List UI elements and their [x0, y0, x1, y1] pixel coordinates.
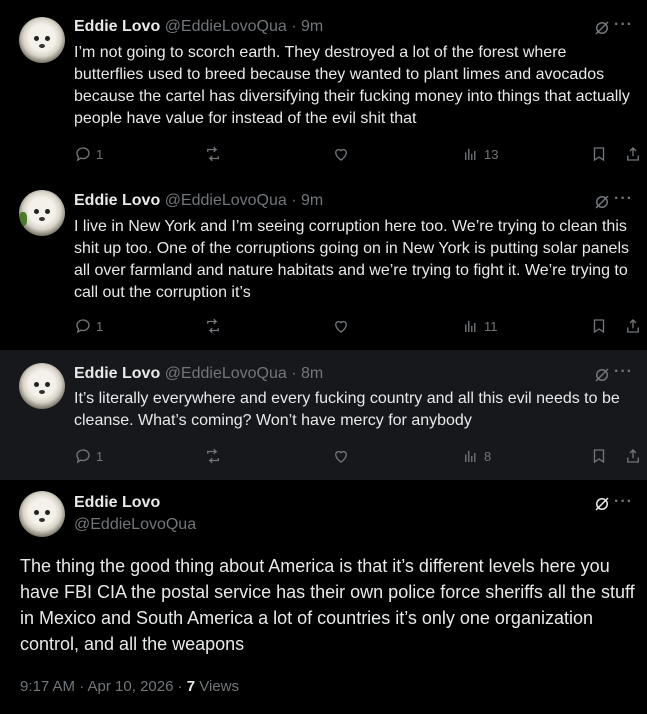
like-button[interactable]	[332, 145, 350, 163]
repost-button[interactable]	[204, 447, 222, 465]
more-icon[interactable]: ···	[614, 16, 633, 34]
tweet-actions: 1 8	[74, 447, 644, 467]
tweet-text: I’m not going to scorch earth. They dest…	[74, 44, 630, 127]
main-tweet-text: The thing the good thing about America i…	[20, 556, 635, 654]
share-button[interactable]	[624, 145, 642, 163]
author-name[interactable]: Eddie Lovo	[74, 494, 160, 512]
more-icon[interactable]: ···	[614, 493, 633, 511]
tweet-header: Eddie Lovo @EddieLovoQua · 9m	[74, 191, 323, 211]
like-button[interactable]	[332, 317, 350, 335]
author-handle[interactable]: @EddieLovoQua	[74, 516, 196, 534]
bookmark-icon	[593, 147, 605, 162]
reply-button[interactable]: 1	[74, 145, 103, 163]
post-time[interactable]: · 9m	[291, 192, 323, 209]
author-name[interactable]: Eddie Lovo	[74, 18, 160, 35]
views-button[interactable]: 11	[462, 317, 498, 335]
views-count: 7	[186, 678, 196, 695]
avatar[interactable]	[19, 491, 65, 537]
bookmark-button[interactable]	[590, 447, 608, 465]
share-button[interactable]	[624, 317, 642, 335]
views-count: 13	[484, 146, 499, 162]
heart-icon	[335, 320, 347, 333]
tweet-text: I live in New York and I’m seeing corrup…	[74, 218, 630, 301]
repost-button[interactable]	[204, 317, 222, 335]
views-button[interactable]: 13	[462, 145, 498, 163]
reply-icon	[76, 147, 90, 162]
author-handle[interactable]: @EddieLovoQua	[165, 365, 287, 382]
tweet-timestamp: 9:17 AM · Apr 10, 2026 · 7 Views	[20, 678, 239, 695]
author-name[interactable]: Eddie Lovo	[74, 192, 160, 209]
avatar[interactable]	[19, 363, 65, 409]
like-button[interactable]	[332, 447, 350, 465]
analytics-icon	[465, 450, 476, 462]
heart-icon	[335, 450, 347, 463]
bookmark-icon	[593, 449, 605, 464]
author-name[interactable]: Eddie Lovo	[74, 365, 160, 382]
bookmark-button[interactable]	[590, 145, 608, 163]
share-icon	[627, 319, 639, 333]
grok-icon[interactable]	[593, 495, 611, 513]
heart-icon	[335, 148, 347, 161]
timestamp[interactable]: 9:17 AM · Apr 10, 2026 ·	[20, 678, 187, 695]
post-time[interactable]: · 9m	[291, 18, 323, 35]
grok-icon[interactable]	[593, 193, 611, 211]
share-icon	[627, 147, 639, 161]
analytics-icon	[465, 148, 476, 160]
views-count: 11	[484, 318, 498, 334]
repost-icon	[207, 318, 219, 334]
bookmark-icon	[593, 319, 605, 334]
views-count: 8	[484, 448, 492, 464]
post-time[interactable]: · 8m	[291, 365, 323, 382]
avatar[interactable]	[19, 17, 65, 63]
avatar[interactable]	[19, 190, 65, 236]
reply-count: 1	[96, 448, 104, 464]
reply-button[interactable]: 1	[74, 317, 103, 335]
tweet-actions: 1 11	[74, 317, 644, 337]
share-button[interactable]	[624, 447, 642, 465]
reply-icon	[76, 319, 90, 334]
more-icon[interactable]: ···	[614, 363, 633, 381]
analytics-icon	[465, 320, 476, 332]
tweet-text: It’s literally everywhere and every fuck…	[74, 390, 620, 429]
tweet-actions: 1 13	[74, 145, 644, 165]
author-handle[interactable]: @EddieLovoQua	[165, 192, 287, 209]
views-label: Views	[195, 678, 240, 695]
reply-tweet[interactable]: Eddie Lovo @EddieLovoQua · 9m ··· I live…	[0, 175, 647, 350]
reply-button[interactable]: 1	[74, 447, 103, 465]
repost-icon	[207, 448, 219, 464]
repost-button[interactable]	[204, 145, 222, 163]
more-icon[interactable]: ···	[614, 190, 633, 208]
share-icon	[627, 449, 639, 463]
tweet-header: Eddie Lovo @EddieLovoQua · 9m	[74, 17, 323, 37]
grok-icon[interactable]	[593, 366, 611, 384]
reply-tweet[interactable]: Eddie Lovo @EddieLovoQua · 9m ··· I’m no…	[0, 0, 647, 175]
repost-icon	[207, 146, 219, 162]
bookmark-button[interactable]	[590, 317, 608, 335]
reply-count: 1	[96, 146, 104, 162]
reply-icon	[76, 449, 90, 464]
tweet-header: Eddie Lovo @EddieLovoQua · 8m	[74, 364, 323, 384]
reply-tweet[interactable]: Eddie Lovo @EddieLovoQua · 8m ··· It’s l…	[0, 350, 647, 480]
reply-count: 1	[96, 318, 104, 334]
author-handle[interactable]: @EddieLovoQua	[165, 18, 287, 35]
grok-icon[interactable]	[593, 19, 611, 37]
views-button[interactable]: 8	[462, 447, 491, 465]
